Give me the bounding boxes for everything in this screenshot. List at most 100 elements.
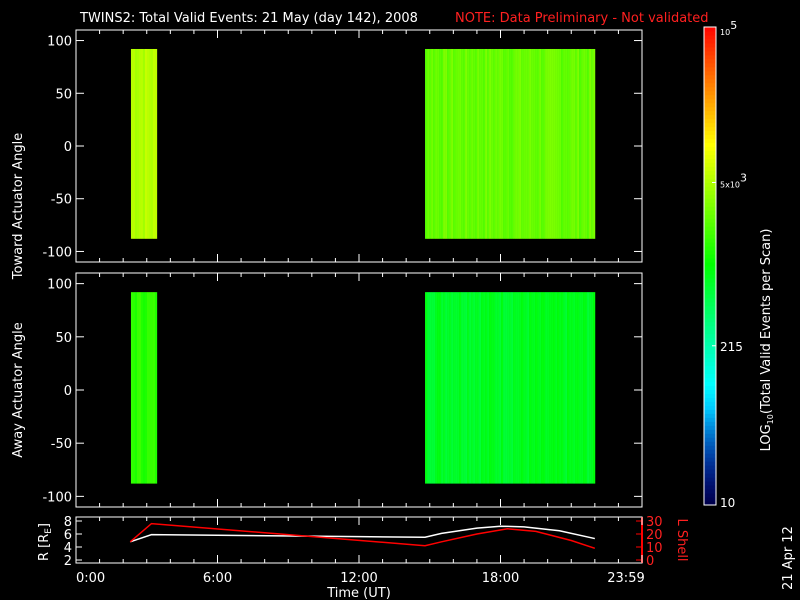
- colorbar-cell: [704, 301, 716, 307]
- y-tick-label: 50: [55, 331, 72, 346]
- heatmap-cell: [561, 292, 564, 484]
- heatmap-cell: [473, 292, 476, 484]
- heatmap-cell: [132, 292, 136, 484]
- heatmap-cell: [587, 292, 590, 484]
- heatmap-cell: [535, 48, 538, 239]
- heatmap-cell: [477, 292, 480, 484]
- heatmap-cell: [144, 292, 148, 484]
- colorbar-cell: [704, 297, 716, 303]
- colorbar-cell: [704, 206, 716, 211]
- heatmap-cell: [505, 48, 508, 239]
- colorbar-cell: [704, 381, 716, 386]
- heatmap-cell: [477, 48, 480, 239]
- colorbar-cell: [704, 202, 716, 207]
- colorbar-cell: [704, 289, 716, 295]
- colorbar-cell: [704, 126, 716, 132]
- colorbar-cell: [704, 437, 716, 442]
- y-tick-label: 100: [47, 278, 72, 293]
- colorbar-cell: [704, 122, 716, 128]
- y-tick-label: -50: [51, 437, 72, 452]
- heatmap-cell: [443, 292, 446, 484]
- colorbar-cell: [704, 250, 716, 255]
- colorbar-cell: [704, 361, 716, 367]
- colorbar-cell: [704, 377, 716, 383]
- colorbar-cell: [704, 453, 716, 458]
- heatmap-cell: [509, 48, 512, 239]
- heatmap-cell: [555, 48, 558, 239]
- heatmap-cell: [443, 48, 446, 239]
- heatmap-cell: [497, 292, 500, 484]
- heatmap-cell: [489, 292, 492, 484]
- heatmap-cell: [447, 292, 450, 484]
- colorbar-cell: [704, 269, 716, 275]
- colorbar-cell: [704, 30, 716, 36]
- heatmap-cell: [471, 292, 474, 484]
- colorbar-cell: [704, 313, 716, 319]
- colorbar-cell: [704, 262, 716, 267]
- heatmap-cell: [449, 48, 452, 239]
- colorbar-cell: [704, 321, 716, 327]
- colorbar-cell: [704, 66, 716, 72]
- heatmap-cell: [471, 48, 474, 239]
- heatmap-cell: [537, 48, 540, 239]
- colorbar-cell: [704, 46, 716, 52]
- heatmap-cell: [493, 292, 496, 484]
- colorbar-cell: [704, 305, 716, 311]
- heatmap-cell: [567, 292, 570, 484]
- heatmap-cell: [551, 292, 554, 484]
- heatmap-cell: [467, 292, 470, 484]
- colorbar-cell: [704, 78, 716, 84]
- heatmap-cell: [425, 48, 428, 239]
- colorbar-tick-label: 5x103: [720, 171, 747, 189]
- lshell-tick-label: 0: [646, 554, 654, 569]
- colorbar-cell: [704, 110, 716, 116]
- heatmap-cell: [521, 292, 524, 484]
- colorbar-cell: [704, 373, 716, 379]
- heatmap-cell: [469, 292, 472, 484]
- heatmap-cell: [577, 292, 580, 484]
- colorbar-cell: [704, 230, 716, 235]
- colorbar-cell: [704, 281, 716, 287]
- heatmap-cell: [483, 48, 486, 239]
- colorbar-cell: [704, 345, 716, 351]
- heatmap-cell: [475, 292, 478, 484]
- heatmap-cell: [513, 292, 516, 484]
- colorbar-cell: [704, 489, 716, 494]
- heatmap-cell: [481, 292, 484, 484]
- colorbar-cell: [704, 162, 716, 167]
- heatmap-cell: [585, 48, 588, 239]
- colorbar-cell: [704, 417, 716, 422]
- colorbar-cell: [704, 413, 716, 418]
- heatmap-cell: [509, 292, 512, 484]
- heatmap-cell: [569, 292, 572, 484]
- y-tick-label: 0: [64, 140, 72, 155]
- heatmap-cell: [559, 48, 562, 239]
- heatmap-cell: [433, 48, 436, 239]
- y-tick-label: 0: [64, 384, 72, 399]
- colorbar-cell: [704, 485, 716, 490]
- heatmap-cell: [144, 48, 148, 239]
- heatmap-cell: [593, 292, 596, 484]
- colorbar-cell: [704, 130, 716, 136]
- heatmap-cell: [457, 48, 460, 239]
- colorbar-cell: [704, 182, 716, 187]
- x-tick-label: 23:59: [607, 571, 644, 586]
- heatmap-cell: [531, 48, 534, 239]
- heatmap-cell: [573, 48, 576, 239]
- colorbar-cell: [704, 409, 716, 414]
- heatmap-cell: [491, 292, 494, 484]
- heatmap-cell: [533, 292, 536, 484]
- heatmap-cell: [481, 48, 484, 239]
- heatmap-cell: [130, 292, 134, 484]
- heatmap-cell: [441, 292, 444, 484]
- x-axis-title: Time (UT): [326, 586, 391, 600]
- heatmap-cell: [489, 48, 492, 239]
- heatmap-cell: [505, 292, 508, 484]
- heatmap-cell: [515, 48, 518, 239]
- heatmap-cell: [495, 292, 498, 484]
- heatmap-cell: [503, 292, 506, 484]
- heatmap-cell: [523, 48, 526, 239]
- heatmap-cell: [487, 48, 490, 239]
- heatmap-cell: [150, 292, 154, 484]
- toward-ylabel: Toward Actuator Angle: [11, 133, 26, 280]
